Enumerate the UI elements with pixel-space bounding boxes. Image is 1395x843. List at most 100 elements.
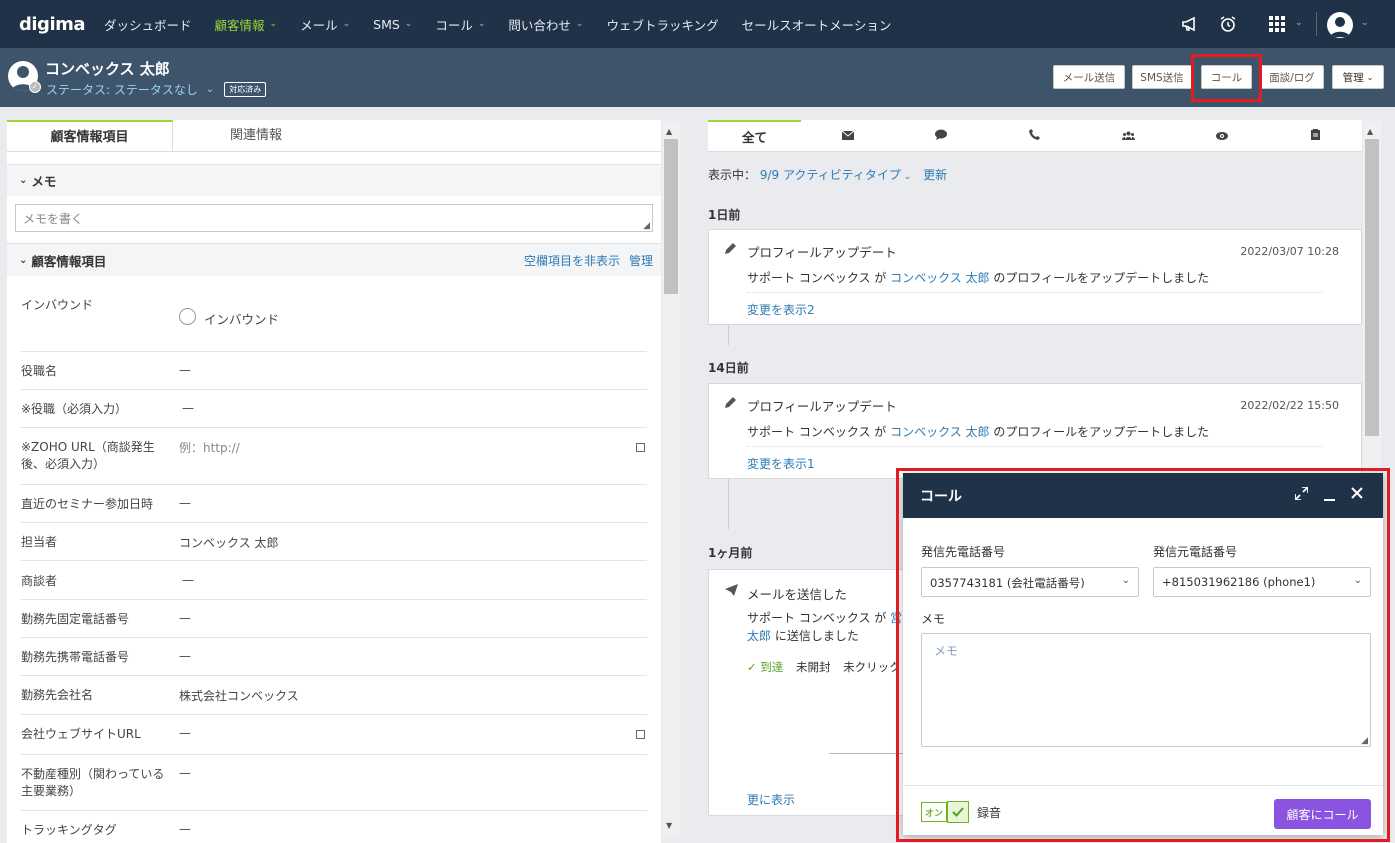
show-changes-link[interactable]: 変更を表示1 <box>747 455 815 472</box>
activity-tabs: 全て <box>708 120 1362 152</box>
hide-empty-fields-link[interactable]: 空欄項目を非表示 <box>524 252 620 269</box>
activity-title: メールを送信した <box>747 587 848 602</box>
field-label: 勤務先会社名 <box>21 688 94 702</box>
external-link-icon[interactable] <box>636 443 645 452</box>
chevron-down-icon: ⌄ <box>1366 72 1374 82</box>
manage-label: 管理 <box>1342 71 1364 84</box>
status-label: ステータス: ステータスなし <box>46 83 198 97</box>
status-dropdown[interactable]: ステータス: ステータスなし ⌄ 対応済み <box>46 81 267 98</box>
activity-type-filter[interactable]: 9/9 アクティビティタイプ <box>760 168 901 182</box>
tab-chat[interactable] <box>895 120 989 151</box>
tab-customer-fields[interactable]: 顧客情報項目 <box>7 120 173 151</box>
chevron-down-icon: ⌄ <box>269 19 278 29</box>
refresh-link[interactable]: 更新 <box>923 168 947 182</box>
manage-dropdown-button[interactable]: 管理 ⌄ <box>1332 65 1384 89</box>
tab-mail[interactable] <box>801 120 895 151</box>
memo-placeholder: メモを書く <box>23 212 84 226</box>
activity-description-line2: 太郎 に送信しました <box>747 627 859 644</box>
chevron-down-icon: ⌄ <box>342 19 351 29</box>
nav-item[interactable]: ダッシュボード <box>98 0 198 48</box>
chevron-down-icon[interactable]: ⌄ <box>19 255 27 266</box>
field-value[interactable]: — <box>179 726 191 740</box>
chevron-down-icon[interactable]: ⌄ <box>1295 18 1303 28</box>
tab-meeting[interactable] <box>1082 120 1176 151</box>
field-row: 勤務先会社名 株式会社コンベックス <box>21 676 647 715</box>
app-logo[interactable]: digima <box>19 14 87 35</box>
tab-all[interactable]: 全て <box>708 120 801 151</box>
desc-text: サポート コンベックス が <box>747 271 891 285</box>
checkmark-icon: ✓ <box>29 81 41 93</box>
scroll-thumb[interactable] <box>664 139 678 294</box>
nav-item[interactable]: コール ⌄ <box>429 0 491 48</box>
nav-item-label: メール <box>300 17 338 33</box>
customer-link[interactable]: コンベックス 太郎 <box>890 271 989 285</box>
megaphone-icon[interactable] <box>1180 14 1200 34</box>
group-label: 14日前 <box>708 361 749 375</box>
scroll-up-icon[interactable]: ▲ <box>1367 127 1373 136</box>
scroll-thumb[interactable] <box>1365 139 1379 436</box>
customer-link[interactable]: コンベックス 太郎 <box>890 425 989 439</box>
show-more-link[interactable]: 更に表示 <box>747 791 795 808</box>
app-grid-icon[interactable] <box>1267 14 1287 34</box>
field-value[interactable]: — <box>179 611 191 625</box>
field-value[interactable]: — <box>179 766 191 780</box>
scroll-down-icon[interactable]: ▼ <box>666 821 672 830</box>
manage-fields-link[interactable]: 管理 <box>629 252 653 269</box>
left-scrollbar[interactable]: ▲ ▼ <box>662 121 680 837</box>
field-value[interactable]: — <box>179 649 191 663</box>
scroll-up-icon[interactable]: ▲ <box>666 127 672 136</box>
tab-related-info[interactable]: 関連情報 <box>173 120 339 151</box>
send-sms-button[interactable]: SMS送信 <box>1132 65 1192 89</box>
tab-web-view[interactable] <box>1175 120 1269 151</box>
nav-item[interactable]: メール ⌄ <box>294 0 356 48</box>
chevron-down-icon: ⌄ <box>900 172 912 182</box>
radio-button[interactable] <box>179 308 196 325</box>
chat-icon <box>935 129 948 143</box>
field-row: 商談者 — <box>21 562 647 600</box>
field-value[interactable]: — <box>182 401 194 415</box>
user-avatar-icon[interactable] <box>1327 12 1353 38</box>
memo-section-header[interactable]: ⌄ メモ <box>7 164 661 196</box>
field-label: トラッキングタグ <box>21 823 117 837</box>
field-value[interactable]: 株式会社コンベックス <box>179 687 299 704</box>
memo-input[interactable]: メモを書く ◢ <box>15 204 653 232</box>
nav-item-label: 顧客情報 <box>214 17 265 33</box>
field-row: 会社ウェブサイトURL — <box>21 715 647 755</box>
field-label: インバウンド <box>21 298 94 312</box>
show-changes-link[interactable]: 変更を表示2 <box>747 301 815 318</box>
field-value[interactable]: — <box>179 496 191 510</box>
nav-item-label: セールスオートメーション <box>741 17 892 33</box>
field-value[interactable]: コンベックス 太郎 <box>179 534 278 551</box>
field-label: 不動産種別（関わっている主要業務） <box>21 767 165 798</box>
nav-item[interactable]: ウェブトラッキング <box>600 0 724 48</box>
activity-title: プロフィールアップデート <box>747 399 897 414</box>
field-value[interactable]: — <box>179 363 191 377</box>
field-row: ※役職（必須入力） — <box>21 390 647 428</box>
external-link-icon[interactable] <box>636 730 645 739</box>
field-value[interactable]: 例：http:// <box>179 439 240 456</box>
activity-filter: 表示中： 9/9 アクティビティタイプ ⌄ 更新 <box>708 166 947 183</box>
fields-section-header: ⌄ 顧客情報項目 空欄項目を非表示 管理 <box>7 244 661 276</box>
status-unclicked: 未クリック <box>843 660 901 674</box>
field-value[interactable]: — <box>179 822 191 836</box>
chevron-down-icon: ⌄ <box>404 19 413 29</box>
customer-link[interactable]: 太郎 <box>747 629 771 643</box>
meeting-log-button[interactable]: 面談/ログ <box>1260 65 1324 89</box>
nav-item[interactable]: 問い合わせ ⌄ <box>502 0 589 48</box>
nav-item[interactable]: SMS ⌄ <box>367 0 418 48</box>
send-icon <box>725 584 738 599</box>
alarm-clock-icon[interactable] <box>1218 14 1238 34</box>
tab-log[interactable] <box>1269 120 1363 151</box>
phone-icon <box>1029 128 1041 143</box>
field-value[interactable]: — <box>182 573 194 587</box>
nav-item[interactable]: セールスオートメーション <box>736 0 898 48</box>
nav-item[interactable]: 顧客情報 ⌄ <box>209 0 284 48</box>
tab-phone[interactable] <box>988 120 1082 151</box>
field-label: ※ZOHO URL（商談発生後、必須入力） <box>21 440 155 471</box>
field-label: 担当者 <box>21 535 58 549</box>
send-email-button[interactable]: メール送信 <box>1053 65 1125 89</box>
pencil-icon <box>725 396 737 411</box>
chevron-down-icon[interactable]: ⌄ <box>1361 18 1369 28</box>
field-label: 商談者 <box>21 574 58 588</box>
field-value[interactable]: インバウンド <box>204 309 279 328</box>
